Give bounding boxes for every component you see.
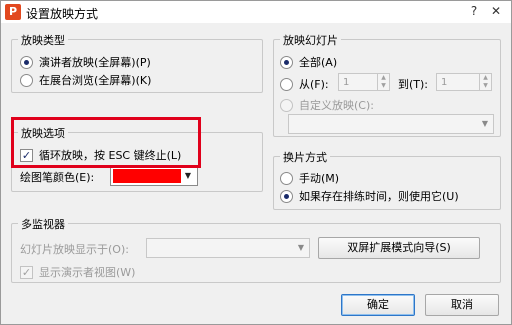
radio-timings[interactable] xyxy=(280,189,293,203)
chevron-down-icon[interactable]: ▼ xyxy=(477,115,493,133)
monitors-legend: 多监视器 xyxy=(18,216,68,232)
advance-group: 换片方式 手动(M) 如果存在排练时间，则使用它(U) xyxy=(273,149,501,210)
pen-color-swatch xyxy=(113,169,181,183)
highlight-box xyxy=(11,117,201,168)
presenter-view-label: 显示演示者视图(W) xyxy=(39,266,136,279)
close-icon[interactable]: ✕ xyxy=(487,3,505,20)
to-value: 1 xyxy=(441,76,448,88)
dual-screen-wizard-button[interactable]: 双屏扩展模式向导(S) xyxy=(318,237,480,259)
radio-kiosk[interactable] xyxy=(20,73,33,87)
show-type-speaker-option[interactable]: 演讲者放映(全屏幕)(P) xyxy=(20,54,151,70)
radio-custom[interactable] xyxy=(280,98,293,112)
slides-all-option[interactable]: 全部(A) xyxy=(280,54,337,70)
show-type-kiosk-label: 在展台浏览(全屏幕)(K) xyxy=(39,74,152,87)
slides-to-label: 到(T): xyxy=(398,78,429,91)
presenter-view-option[interactable]: ✓ 显示演示者视图(W) xyxy=(20,264,135,280)
spinner-arrows-icon[interactable]: ▲ ▼ xyxy=(479,74,491,90)
pen-color-label: 绘图笔颜色(E): xyxy=(20,171,95,184)
slides-custom-option[interactable]: 自定义放映(C): xyxy=(280,97,374,113)
radio-from[interactable] xyxy=(280,77,293,91)
ok-button[interactable]: 确定 xyxy=(341,294,415,316)
advance-manual-label: 手动(M) xyxy=(299,172,340,185)
help-button[interactable]: ? xyxy=(465,3,483,20)
monitors-group: 多监视器 幻灯片放映显示于(O): ▼ 双屏扩展模式向导(S) ✓ 显示演示者视… xyxy=(11,216,501,283)
slides-group: 放映幻灯片 全部(A) 从(F): 1 ▲ ▼ 到(T): 1 ▲ ▼ 自定义放映(… xyxy=(273,32,501,137)
spinner-arrows-icon[interactable]: ▲ ▼ xyxy=(377,74,389,90)
cancel-button[interactable]: 取消 xyxy=(425,294,499,316)
app-icon: P xyxy=(5,4,21,20)
chevron-down-icon[interactable]: ▼ xyxy=(293,239,309,257)
display-on-select[interactable]: ▼ xyxy=(146,238,310,258)
advance-timings-option[interactable]: 如果存在排练时间，则使用它(U) xyxy=(280,188,459,204)
show-type-speaker-label: 演讲者放映(全屏幕)(P) xyxy=(39,56,151,69)
advance-timings-label: 如果存在排练时间，则使用它(U) xyxy=(299,190,459,203)
slides-custom-label: 自定义放映(C): xyxy=(299,99,374,112)
from-value: 1 xyxy=(343,76,350,88)
chevron-down-icon[interactable]: ▼ xyxy=(181,168,195,184)
show-type-group: 放映类型 演讲者放映(全屏幕)(P) 在展台浏览(全屏幕)(K) xyxy=(11,32,263,93)
slides-from-option[interactable]: 从(F): xyxy=(280,76,329,92)
advance-legend: 换片方式 xyxy=(280,149,330,165)
presenter-view-checkbox[interactable]: ✓ xyxy=(20,265,33,279)
custom-show-select[interactable]: ▼ xyxy=(288,114,494,134)
slides-from-label: 从(F): xyxy=(299,78,329,91)
radio-manual[interactable] xyxy=(280,171,293,185)
title-bar: P 设置放映方式 ? ✕ xyxy=(1,1,511,23)
display-on-label: 幻灯片放映显示于(O): xyxy=(20,243,129,256)
slides-all-label: 全部(A) xyxy=(299,56,338,69)
advance-manual-option[interactable]: 手动(M) xyxy=(280,170,339,186)
radio-all[interactable] xyxy=(280,55,293,69)
dialog-window: P 设置放映方式 ? ✕ 放映类型 演讲者放映(全屏幕)(P) 在展台浏览(全屏… xyxy=(0,0,512,325)
dialog-title: 设置放映方式 xyxy=(26,7,99,21)
pen-color-picker[interactable]: ▼ xyxy=(110,166,198,186)
show-type-legend: 放映类型 xyxy=(18,32,68,48)
slides-legend: 放映幻灯片 xyxy=(280,32,341,48)
show-type-kiosk-option[interactable]: 在展台浏览(全屏幕)(K) xyxy=(20,72,151,88)
to-spinner[interactable]: 1 ▲ ▼ xyxy=(436,73,492,91)
radio-speaker[interactable] xyxy=(20,55,33,69)
from-spinner[interactable]: 1 ▲ ▼ xyxy=(338,73,390,91)
